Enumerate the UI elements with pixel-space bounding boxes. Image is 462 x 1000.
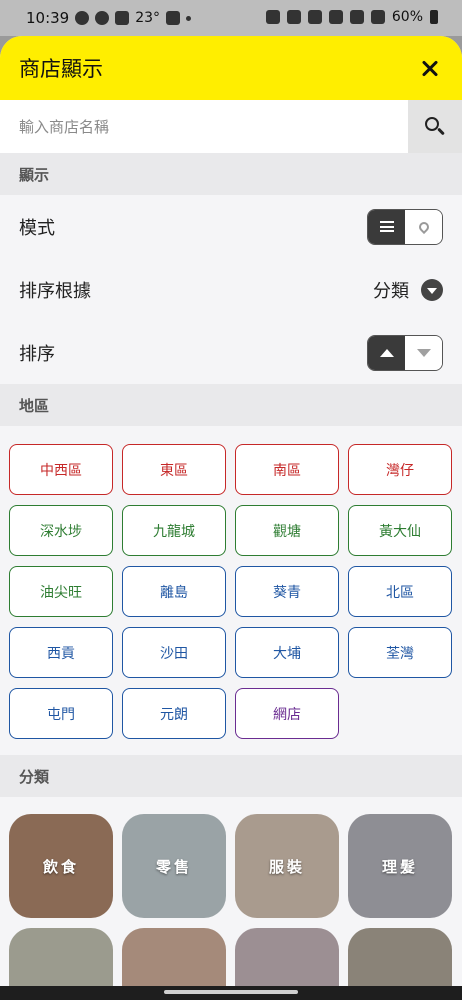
district-chip[interactable]: 大埔 [235,627,339,678]
search-bar [0,100,462,153]
wifi-icon [328,10,343,24]
gallery-icon [166,11,181,25]
arrow-up-icon [379,348,394,357]
category-section-header: 分類 [0,755,462,797]
map-pin-icon [416,219,431,234]
search-icon [425,116,445,137]
shop-display-sheet: 商店顯示 顯示 模式 排序根據 分類 排序 地區 中西區 東區 南區 [0,36,462,986]
district-chip[interactable]: 油尖旺 [9,566,113,617]
mode-toggle [367,208,443,245]
category-tile[interactable] [9,928,113,986]
battery-icon [430,10,438,24]
district-chip[interactable]: 灣仔 [348,444,452,495]
district-chip[interactable]: 黃大仙 [348,505,452,556]
alarm-icon [265,10,280,24]
ascending-button[interactable] [368,335,405,370]
district-chip[interactable]: 西貢 [9,627,113,678]
system-nav-bar [0,986,462,1000]
district-chip[interactable]: 中西區 [9,444,113,495]
category-tile[interactable]: 服裝 [235,814,339,918]
app-notification-icon [95,11,110,25]
category-tile[interactable]: 零售 [122,814,226,918]
sort-by-row: 排序根據 分類 [0,258,462,321]
sheet-header: 商店顯示 [0,36,462,100]
district-chip[interactable]: 南區 [235,444,339,495]
sort-by-dropdown[interactable]: 分類 [373,277,443,303]
sort-by-value: 分類 [373,280,409,302]
district-chip[interactable]: 沙田 [122,627,226,678]
district-chip[interactable]: 觀塘 [235,505,339,556]
sort-by-label: 排序根據 [19,280,91,302]
signal-icon [370,10,385,24]
mode-row: 模式 [0,195,462,258]
arrow-down-icon [416,348,431,357]
district-chip[interactable]: 葵青 [235,566,339,617]
order-label: 排序 [19,343,55,365]
status-temperature: 23° [135,10,161,26]
order-row: 排序 [0,321,462,384]
mute-icon [307,10,322,24]
category-tile[interactable]: 飲食 [9,814,113,918]
order-toggle [367,334,443,371]
mode-label: 模式 [19,217,55,239]
district-chip[interactable]: 離島 [122,566,226,617]
district-chip[interactable]: 元朗 [122,688,226,739]
weather-icon [115,11,130,25]
district-chip[interactable]: 荃灣 [348,627,452,678]
district-chip[interactable]: 深水埗 [9,505,113,556]
lte-icon [349,10,364,24]
home-indicator[interactable] [164,990,298,994]
status-time: 10:39 [26,9,70,27]
district-chip[interactable]: 北區 [348,566,452,617]
notification-icon [75,11,90,25]
category-tile[interactable] [235,928,339,986]
close-button[interactable] [416,54,444,82]
district-chip[interactable]: 網店 [235,688,339,739]
list-mode-button[interactable] [368,209,405,244]
chevron-down-icon [421,278,443,301]
district-chip[interactable]: 九龍城 [122,505,226,556]
category-tile[interactable] [122,928,226,986]
district-chip[interactable]: 東區 [122,444,226,495]
bluetooth-icon [286,10,301,24]
category-grid: 飲食 零售 服裝 理髮 [0,797,462,986]
search-button[interactable] [408,100,462,153]
category-tile[interactable]: 理髮 [348,814,452,918]
list-icon [379,221,394,232]
map-mode-button[interactable] [405,209,442,244]
district-grid: 中西區 東區 南區 灣仔 深水埗 九龍城 觀塘 黃大仙 油尖旺 離島 葵青 北區… [0,426,462,755]
region-section-header: 地區 [0,384,462,426]
shop-name-search-input[interactable] [0,100,408,153]
sheet-title: 商店顯示 [19,57,103,81]
status-bar: 10:39 23° 60% [0,0,462,36]
display-section-header: 顯示 [0,153,462,195]
battery-percent: 60% [391,9,423,25]
descending-button[interactable] [405,335,442,370]
dot-icon [186,15,192,21]
district-chip[interactable]: 屯門 [9,688,113,739]
category-tile[interactable] [348,928,452,986]
